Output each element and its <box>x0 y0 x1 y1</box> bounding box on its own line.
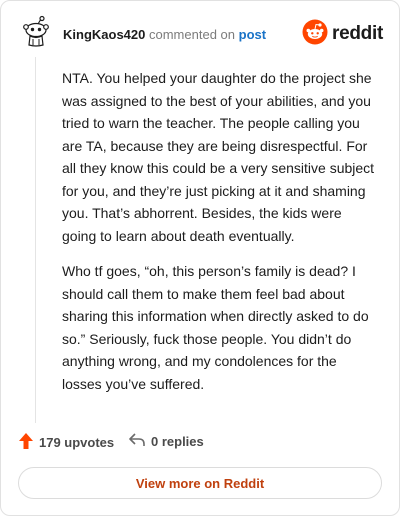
replies-button[interactable]: 0 replies <box>129 433 204 450</box>
action-text: commented on <box>149 27 235 42</box>
view-more-button[interactable]: View more on Reddit <box>18 467 382 499</box>
post-link[interactable]: post <box>239 27 266 42</box>
upvote-arrow-icon <box>19 433 33 452</box>
comment-paragraph-1: NTA. You helped your daughter do the pro… <box>62 70 375 244</box>
username-link[interactable]: KingKaos420 <box>63 27 145 42</box>
upvote-button[interactable]: 179 upvotes <box>19 433 114 452</box>
reddit-logo[interactable]: reddit <box>302 19 383 50</box>
replies-count: 0 replies <box>151 434 204 449</box>
snoo-avatar-icon[interactable] <box>19 15 53 49</box>
upvote-count: 179 upvotes <box>39 435 115 450</box>
comment-embed-card: KingKaos420 commented on post reddit NTA… <box>0 0 400 516</box>
comment-paragraph-2: Who tf goes, “oh, this person’s family i… <box>62 263 369 392</box>
comment-footer: 179 upvotes 0 replies <box>19 431 385 455</box>
thread-line <box>35 57 36 423</box>
comment-body: NTA. You helped your daughter do the pro… <box>62 67 378 408</box>
comment-header: KingKaos420 commented on post reddit <box>19 15 385 55</box>
reddit-alien-icon <box>302 19 328 50</box>
reddit-wordmark: reddit <box>332 23 383 44</box>
reply-arrow-icon <box>129 433 145 450</box>
comment-meta: KingKaos420 commented on post <box>63 27 266 42</box>
